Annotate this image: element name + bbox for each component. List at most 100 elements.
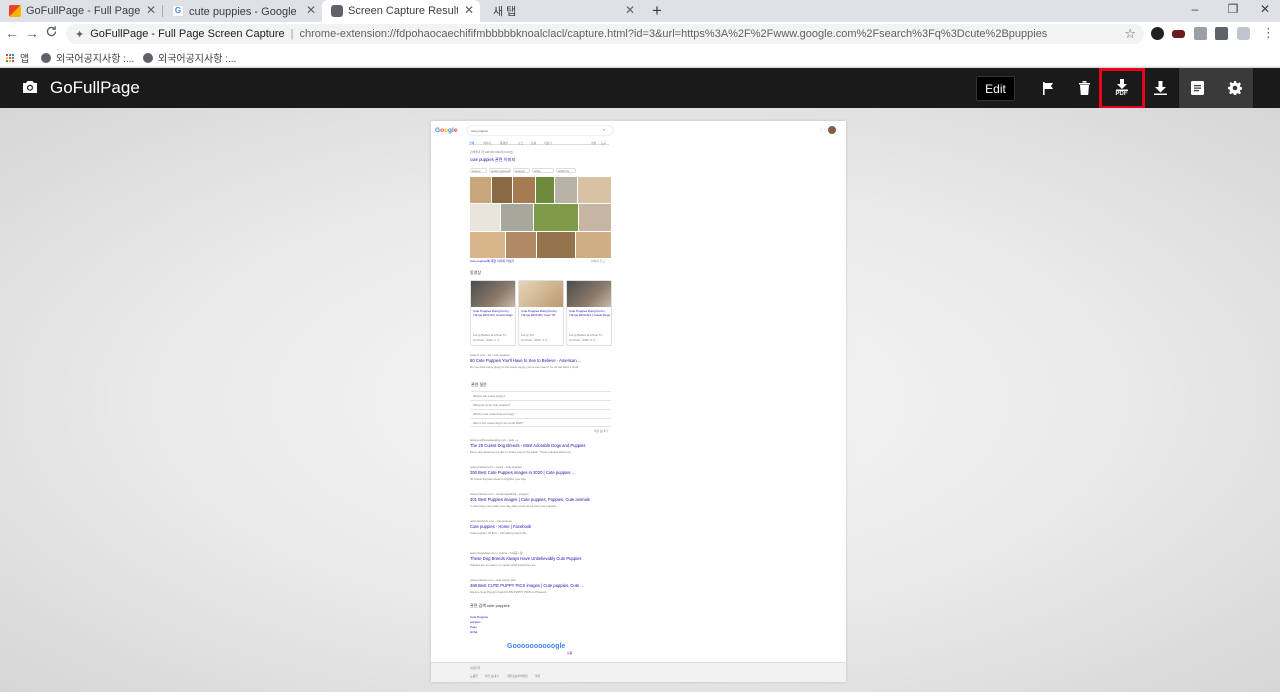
mini-paa-row: Which is the cutest breed of dog? — [471, 409, 611, 418]
mini-images-heading: cute puppies 관련 이미지 — [470, 157, 516, 162]
mini-paa-feedback: 의견 보내기 — [594, 429, 608, 433]
tab-new-tab[interactable]: 새 탭 ✕ — [481, 0, 641, 22]
mini-report-images: 이미지 신고 — [591, 259, 605, 263]
capture-stage: Google cute puppies ⌕ ⋮⋮ 전체 이미지 동영상 뉴스 쇼… — [0, 108, 1280, 692]
tab-capture-result[interactable]: Screen Capture Result ✕ — [322, 0, 480, 22]
more-menu-icon[interactable]: ⋮ — [1262, 25, 1275, 41]
mini-result-title: The 25 Cutest Dog Breeds - Most Adorable… — [470, 443, 586, 448]
reload-icon — [46, 26, 56, 37]
settings-button[interactable] — [1216, 68, 1253, 108]
mini-chip: teacup — [470, 168, 487, 173]
mini-chip: shiba inu — [556, 168, 576, 173]
mini-video-card: Cute Puppies Doing Funny Things 2020 #4 … — [470, 280, 516, 346]
bookmark-label: 외국어공지사항 :... — [56, 54, 135, 65]
new-tab-button[interactable]: + — [648, 1, 666, 21]
google-logo: Google — [435, 127, 458, 134]
mini-paa-row: What is the cutest puppy? — [471, 391, 611, 400]
mini-tab: 동영상 — [500, 141, 508, 145]
mini-result-snippet: 32 Cutest Puppies ideas to brighten your… — [470, 477, 527, 481]
mini-tab: 더보기 — [544, 141, 552, 145]
glasses-extension-icon[interactable] — [1172, 30, 1185, 38]
tab-title: 새 탭 — [493, 6, 517, 18]
mini-result-cite: www.pinterest.com › topics › cute-puppie… — [470, 465, 522, 469]
mini-result-snippet: Puppies are so sweet, no matter what bre… — [470, 563, 537, 567]
camera-icon — [23, 81, 37, 93]
mini-result-title: These Dog Breeds Always Have Unbelievabl… — [470, 556, 582, 561]
mini-result-snippet: Do you think every puppy is the cutest p… — [470, 365, 579, 369]
bookmark-apps[interactable]: 앱 — [6, 50, 29, 65]
bookmark-label: 앱 — [20, 54, 30, 65]
reload-button[interactable] — [43, 25, 59, 41]
view-list-button[interactable] — [1179, 68, 1216, 108]
address-divider: | — [290, 28, 294, 40]
mini-tab: 설정 — [591, 141, 597, 145]
mini-paa-heading: 관련 질문 — [471, 382, 487, 387]
mini-result-snippet: A cute puppy can make your day, take a l… — [470, 504, 557, 508]
mini-video-card: Cute Puppies Doing Funny Things 2020 #11… — [566, 280, 612, 346]
mini-pagination-logo: Goooooooooogle — [507, 643, 566, 650]
mini-tab: 쇼핑 — [531, 141, 537, 145]
gofullpage-favicon-icon — [9, 5, 21, 17]
flag-button[interactable] — [1029, 68, 1066, 108]
gear-icon — [1227, 81, 1242, 95]
bookmark-item[interactable]: 외국어공지사항 :... — [143, 50, 236, 65]
mini-related-link: shiba — [470, 630, 478, 634]
mini-chip: puppies — [513, 168, 530, 173]
mini-result-title: 250 Best Cute Puppies images in 2020 | C… — [470, 470, 576, 475]
download-image-button[interactable] — [1142, 68, 1179, 108]
tab-gofullpage[interactable]: GoFullPage - Full Page Screen C ✕ — [0, 0, 162, 22]
extension-icon[interactable] — [1151, 27, 1164, 40]
mini-paa-row: Who is the cutest dog in the world 2020? — [471, 418, 611, 427]
apps-grid-icon — [6, 53, 14, 62]
download-icon — [1154, 81, 1167, 95]
close-icon[interactable]: ✕ — [625, 3, 635, 17]
mini-more-images-link: cute puppies에 대한 이미지 더보기 — [470, 259, 515, 263]
bookmark-item[interactable]: 외국어공지사항 :... — [41, 50, 134, 65]
close-icon[interactable]: ✕ — [464, 3, 474, 17]
mini-avatar — [828, 126, 836, 134]
address-bar[interactable]: ✦ GoFullPage - Full Page Screen Capture … — [66, 24, 1144, 44]
globe-icon — [143, 52, 153, 63]
google-favicon-icon: G — [172, 5, 184, 17]
mini-video-card: Cute Puppies Doing Funny Things 2020 #6 … — [518, 280, 564, 346]
camera-extension-icon[interactable] — [1194, 27, 1207, 40]
minimize-button[interactable]: – — [1187, 2, 1203, 16]
puzzle-extension-icon[interactable] — [1215, 27, 1228, 40]
tab-title: cute puppies - Google 검색 — [189, 6, 300, 18]
close-icon[interactable]: ✕ — [146, 3, 156, 17]
url-text: chrome-extension://fdpohaocaechififmbbbb… — [299, 28, 1048, 40]
delete-button[interactable] — [1066, 68, 1103, 108]
bookmark-star-icon[interactable]: ☆ — [1124, 26, 1136, 42]
mini-result-cite: www.pinterest.com › randomlyaddicts › pu… — [470, 492, 529, 496]
close-icon[interactable]: ✕ — [306, 3, 316, 17]
flag-icon — [1042, 81, 1053, 95]
captured-page-image[interactable]: Google cute puppies ⌕ ⋮⋮ 전체 이미지 동영상 뉴스 쇼… — [431, 121, 846, 682]
mini-tab: 뉴스 — [518, 141, 524, 145]
tab-title: GoFullPage - Full Page Screen C — [26, 5, 140, 17]
tab-google-search[interactable]: G cute puppies - Google 검색 ✕ — [163, 0, 322, 22]
mini-result-snippet: Explore Cute Puppy's board CUTE PUPPY PI… — [470, 590, 548, 594]
close-window-button[interactable]: ✕ — [1257, 2, 1273, 16]
mini-result-cite: www.facebook.com › cutepuppies — [470, 519, 512, 523]
mini-search-bar: cute puppies ⌕ — [467, 126, 613, 135]
trash-icon — [1079, 81, 1090, 95]
tab-title: Screen Capture Result — [348, 5, 458, 17]
mini-videos-heading: 동영상 — [470, 270, 482, 275]
mini-search-tabs: 전체 이미지 동영상 뉴스 쇼핑 더보기 설정 도구 — [469, 141, 609, 145]
back-button[interactable]: ← — [4, 25, 20, 41]
mini-result-snippet: Every dog deserves the title of 'cutest … — [470, 450, 572, 454]
mini-tab: 이미지 — [483, 141, 491, 145]
browser-toolbar: ← → ✦ GoFullPage - Full Page Screen Capt… — [0, 22, 1280, 46]
profile-avatar-icon[interactable] — [1237, 27, 1250, 40]
restore-button[interactable]: ❐ — [1225, 2, 1241, 16]
mini-result-cite: www.cheatsheet.com › culture › 5-짜증 나는..… — [470, 551, 526, 555]
mini-related-heading: 관련 검색 cute puppies — [470, 603, 510, 608]
edit-button[interactable]: Edit — [976, 76, 1015, 101]
forward-button[interactable]: → — [24, 25, 40, 41]
mini-result-title: Cute puppies - Home | Facebook — [470, 524, 532, 529]
pdf-button-highlight — [1099, 68, 1145, 109]
mini-result-title: 50 Cute Puppies You'll Have to See to Be… — [470, 358, 582, 363]
mini-result-title: 468 Best CUTE PUPPY PICS images | Cute p… — [470, 583, 584, 588]
mini-footer: 대한민국 도움말 의견 보내기 개인정보처리방침 약관 — [431, 662, 846, 682]
app-title: GoFullPage — [50, 78, 140, 97]
